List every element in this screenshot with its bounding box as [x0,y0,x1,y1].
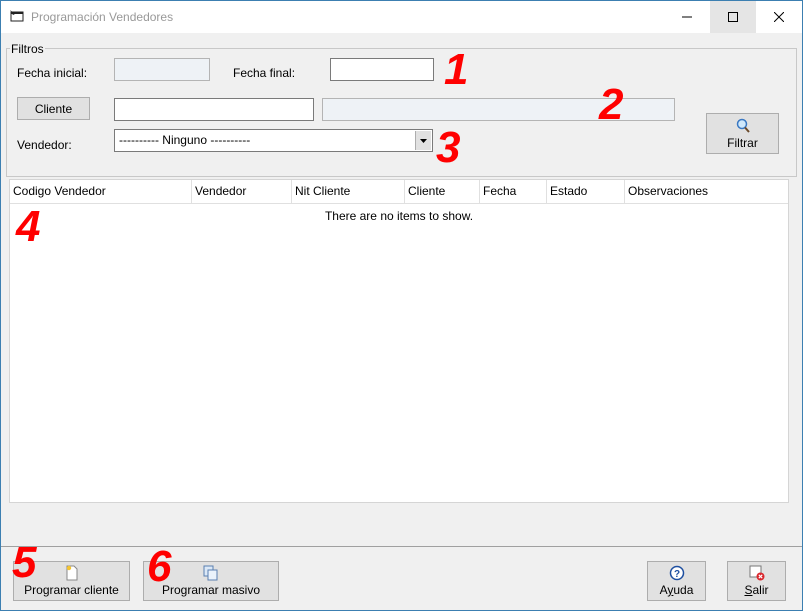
footer-divider [1,546,802,547]
fecha-inicial-label: Fecha inicial: [17,66,88,80]
annotation-2: 2 [599,80,624,129]
fecha-inicial-field[interactable] [114,58,210,81]
annotation-5: 5 [12,538,37,587]
cliente-code-field[interactable] [114,98,314,121]
title-bar[interactable]: Programación Vendedores [1,1,802,33]
minimize-icon [682,16,692,18]
programar-cliente-label: Programar cliente [24,583,119,597]
ayuda-label: Ayuda [659,583,694,597]
salir-label: Salir [744,583,769,597]
chevron-down-icon [420,138,427,143]
ayuda-button[interactable]: ? Ayuda [647,561,706,601]
column-fecha[interactable]: Fecha [480,180,547,203]
minimize-button[interactable] [664,1,710,33]
annotation-1: 1 [444,45,469,94]
vendedor-dropdown-button[interactable] [415,131,431,150]
filtrar-button[interactable]: Filtrar [706,113,779,154]
column-observaciones[interactable]: Observaciones [625,180,788,203]
close-icon [774,12,784,22]
annotation-3: 3 [436,123,461,172]
window-title: Programación Vendedores [31,10,174,24]
maximize-icon [728,12,738,22]
table-header: Codigo Vendedor Vendedor Nit Cliente Cli… [10,180,788,204]
column-estado[interactable]: Estado [547,180,625,203]
close-button[interactable] [756,1,802,33]
fecha-final-label: Fecha final: [233,66,296,80]
filtrar-label: Filtrar [727,136,758,150]
column-nit-cliente[interactable]: Nit Cliente [292,180,405,203]
cliente-button[interactable]: Cliente [17,97,90,120]
copy-icon [203,565,218,581]
vendedor-label: Vendedor: [17,138,72,152]
column-cliente[interactable]: Cliente [405,180,480,203]
new-document-icon [66,565,77,581]
empty-message: There are no items to show. [324,209,474,223]
column-codigo-vendedor[interactable]: Codigo Vendedor [10,180,192,203]
annotation-6: 6 [147,542,172,591]
filters-legend: Filtros [10,42,45,56]
help-icon: ? [669,565,684,581]
app-icon [10,10,24,22]
svg-text:?: ? [673,569,679,580]
search-icon [736,118,750,133]
maximize-button[interactable] [710,1,756,33]
programar-masivo-label: Programar masivo [161,583,261,597]
main-window: Programación Vendedores Filtros Fecha in… [0,0,803,611]
annotation-4: 4 [16,202,41,251]
vendedor-select[interactable]: ---------- Ninguno ---------- [114,129,433,152]
results-list[interactable]: Codigo Vendedor Vendedor Nit Cliente Cli… [9,179,789,503]
fecha-final-field[interactable] [330,58,434,81]
salir-button[interactable]: Salir [727,561,786,601]
vendedor-selected-value: ---------- Ninguno ---------- [119,133,251,147]
column-vendedor[interactable]: Vendedor [192,180,292,203]
exit-icon [749,565,764,581]
